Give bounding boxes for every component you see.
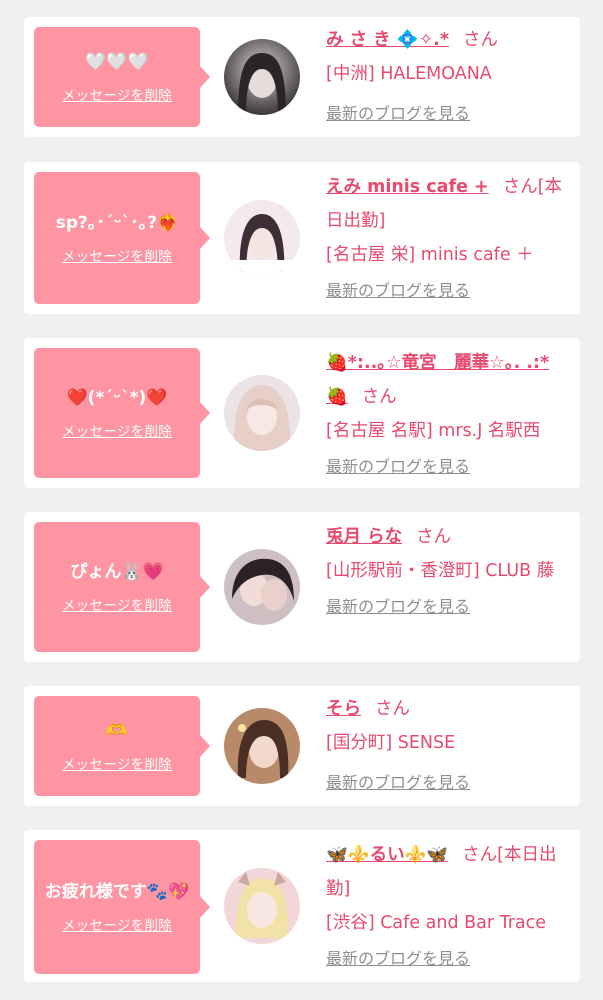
avatar[interactable]: [224, 200, 300, 276]
avatar-photo: [224, 39, 300, 115]
honorific: さん: [463, 30, 499, 50]
honorific: さん: [361, 387, 397, 407]
delete-message-link[interactable]: メッセージを削除: [62, 594, 172, 614]
avatar-photo: [224, 549, 300, 625]
message-text: 🫶: [106, 721, 128, 741]
shop-name: [名古屋 名駅] mrs.J 名駅西: [326, 421, 541, 441]
sender-info: 🦋⚜️るい⚜️🦋 さん[本日出勤] [渋谷] Cafe and Bar Trace…: [326, 838, 570, 976]
shop-name: [国分町] SENSE: [326, 733, 456, 753]
message-bubble: お疲れ様です🐾💖 メッセージを削除: [34, 840, 210, 974]
message-card: ぴょん🐰💗 メッセージを削除 兎月 らな さん [山形駅前・香澄町] CLUB 藤…: [24, 512, 580, 662]
latest-blog-link[interactable]: 最新のブログを見る: [326, 766, 470, 800]
message-list: 🤍🤍🤍 メッセージを削除 み さ き 💠✧.* さん [中洲] HALEMOANA…: [0, 0, 603, 1000]
sender-name-link[interactable]: えみ minis cafe +: [326, 177, 489, 197]
sender-info: えみ minis cafe + さん[本日出勤] [名古屋 栄] minis ca…: [326, 170, 570, 308]
message-bubble: ❤️(*´ᵕ`*)❤️ メッセージを削除: [34, 348, 210, 478]
message-card: 🫶 メッセージを削除 そら さん [国分町] SENSE 最新のブログを見る: [24, 686, 580, 806]
honorific: さん: [416, 527, 452, 547]
delete-message-link[interactable]: メッセージを削除: [62, 245, 172, 265]
sender-name-link[interactable]: 🦋⚜️るい⚜️🦋: [326, 845, 448, 865]
shop-name: [山形駅前・香澄町] CLUB 藤: [326, 561, 555, 581]
message-text: お疲れ様です🐾💖: [44, 882, 190, 902]
message-card: 🤍🤍🤍 メッセージを削除 み さ き 💠✧.* さん [中洲] HALEMOANA…: [24, 17, 580, 137]
delete-message-link[interactable]: メッセージを削除: [62, 420, 172, 440]
latest-blog-link[interactable]: 最新のブログを見る: [326, 450, 470, 484]
avatar[interactable]: [224, 549, 300, 625]
latest-blog-link[interactable]: 最新のブログを見る: [326, 590, 470, 624]
sender-info: 🍓*:..｡☆竜宮 麗華☆｡. .:*🍓 さん [名古屋 名駅] mrs.J 名駅…: [326, 346, 570, 484]
message-text: ぴょん🐰💗: [70, 562, 164, 582]
latest-blog-link[interactable]: 最新のブログを見る: [326, 274, 470, 308]
avatar-photo: [224, 708, 300, 784]
latest-blog-link[interactable]: 最新のブログを見る: [326, 942, 470, 976]
sender-info: み さ き 💠✧.* さん [中洲] HALEMOANA 最新のブログを見る: [326, 23, 570, 131]
delete-message-link[interactable]: メッセージを削除: [62, 914, 172, 934]
message-bubble: 🫶 メッセージを削除: [34, 696, 210, 796]
sender-info: そら さん [国分町] SENSE 最新のブログを見る: [326, 692, 570, 800]
message-text: ❤️(*´ᵕ`*)❤️: [66, 388, 168, 408]
avatar[interactable]: [224, 375, 300, 451]
sender-name-link[interactable]: そら: [326, 699, 361, 719]
avatar[interactable]: [224, 39, 300, 115]
avatar-photo: [224, 868, 300, 944]
avatar-photo: [224, 375, 300, 451]
shop-name: [中洲] HALEMOANA: [326, 64, 492, 84]
sender-info: 兎月 らな さん [山形駅前・香澄町] CLUB 藤 最新のブログを見る: [326, 520, 570, 624]
message-card: sp?｡･´ᵕ`･｡?❤️‍🔥 メッセージを削除 えみ minis cafe +…: [24, 162, 580, 314]
message-card: ❤️(*´ᵕ`*)❤️ メッセージを削除 🍓*:..｡☆竜宮 麗華☆｡. .:*…: [24, 338, 580, 488]
avatar[interactable]: [224, 708, 300, 784]
avatar[interactable]: [224, 868, 300, 944]
message-bubble: 🤍🤍🤍 メッセージを削除: [34, 27, 210, 127]
message-bubble: sp?｡･´ᵕ`･｡?❤️‍🔥 メッセージを削除: [34, 172, 210, 304]
sender-name-link[interactable]: 兎月 らな: [326, 527, 402, 547]
latest-blog-link[interactable]: 最新のブログを見る: [326, 97, 470, 131]
avatar-photo: [224, 200, 300, 276]
honorific: さん: [375, 699, 410, 719]
shop-name: [渋谷] Cafe and Bar Trace: [326, 913, 547, 933]
message-text: 🤍🤍🤍: [85, 52, 149, 72]
message-bubble: ぴょん🐰💗 メッセージを削除: [34, 522, 210, 652]
delete-message-link[interactable]: メッセージを削除: [62, 753, 172, 773]
delete-message-link[interactable]: メッセージを削除: [62, 84, 172, 104]
sender-name-link[interactable]: み さ き 💠✧.*: [326, 30, 449, 50]
shop-name: [名古屋 栄] minis cafe ＋: [326, 245, 534, 265]
message-text: sp?｡･´ᵕ`･｡?❤️‍🔥: [55, 213, 179, 233]
message-card: お疲れ様です🐾💖 メッセージを削除 🦋⚜️るい⚜️🦋 さん[本日出勤] [渋谷] …: [24, 830, 580, 982]
sender-name-link[interactable]: 🍓*:..｡☆竜宮 麗華☆｡. .:*🍓: [326, 353, 549, 407]
